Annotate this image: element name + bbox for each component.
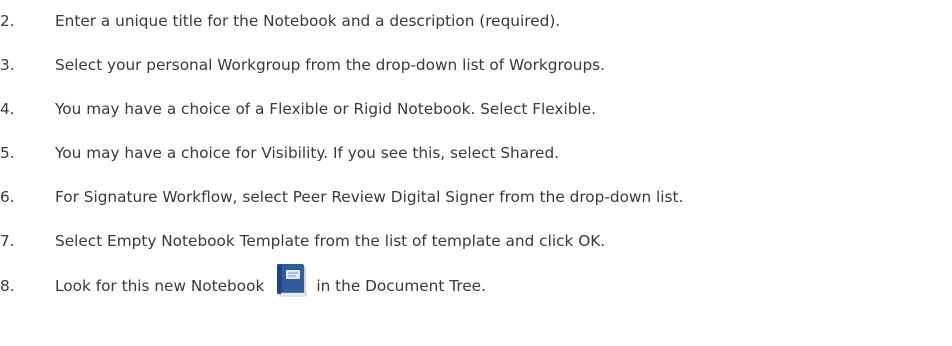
step-item: 2. Enter a unique title for the Notebook… [0,6,560,36]
step-item: 3. Select your personal Workgroup from t… [0,50,605,80]
step-number: 6. [0,188,15,206]
step-text: Select Empty Notebook Template from the … [55,232,606,250]
step-item: 8. Look for this new Notebook in the Doc… [0,264,486,301]
step-number: 5. [0,144,15,162]
notebook-icon [272,263,312,297]
step-number: 3. [0,56,15,74]
step-number: 7. [0,232,15,250]
step-text: Enter a unique title for the Notebook an… [55,12,561,30]
step-item: 7. Select Empty Notebook Template from t… [0,226,605,256]
step-item: 6. For Signature Workflow, select Peer R… [0,182,683,212]
step-item: 4. You may have a choice of a Flexible o… [0,94,596,124]
step-item: 5. You may have a choice for Visibility.… [0,138,559,168]
step-number: 2. [0,12,15,30]
step-text: Select your personal Workgroup from the … [55,56,605,74]
step-text: You may have a choice for Visibility. If… [55,144,560,162]
step-number: 8. [0,277,15,295]
step-text-before: Look for this new Notebook [55,277,265,295]
step-text: You may have a choice of a Flexible or R… [55,100,596,118]
step-text: For Signature Workflow, select Peer Revi… [55,188,684,206]
step-number: 4. [0,100,15,118]
step-text-after: in the Document Tree. [316,277,486,295]
